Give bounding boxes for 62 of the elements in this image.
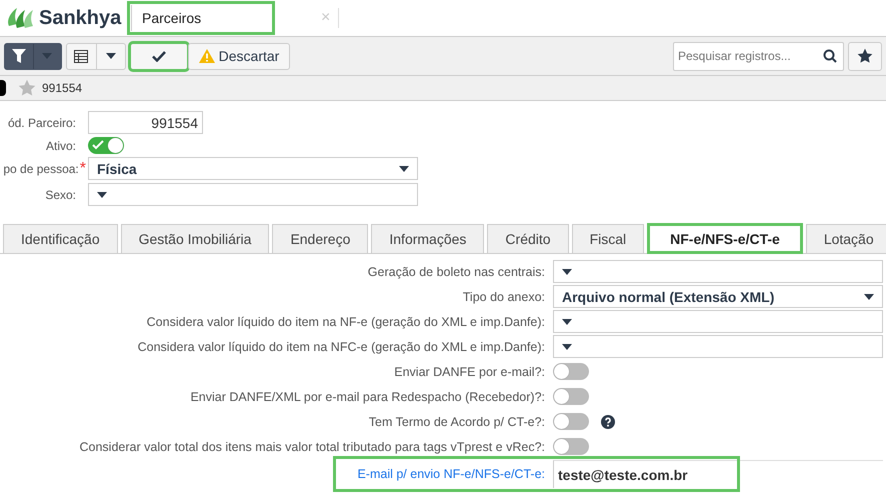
field-label: Sexo: xyxy=(44,188,77,202)
caret-icon xyxy=(106,53,116,59)
record-marker xyxy=(0,80,6,96)
toggle-switch[interactable] xyxy=(553,438,589,455)
field-label: ód. Parceiro: xyxy=(6,116,77,130)
select-field[interactable] xyxy=(553,310,883,333)
tab[interactable]: Crédito xyxy=(487,224,569,253)
caret-icon xyxy=(97,192,107,198)
field-label: Considera valor líquido do item na NF-e (geração do XML e imp.Danfe): xyxy=(146,314,545,328)
discard-button[interactable]: Descartar xyxy=(188,42,290,70)
caret-icon xyxy=(562,344,572,350)
toggle-switch[interactable] xyxy=(553,413,589,430)
toggle-switch[interactable] xyxy=(553,363,589,380)
search-field[interactable]: Pesquisar registros... xyxy=(673,42,844,70)
field-label: po de pessoa: xyxy=(3,162,79,176)
check-icon xyxy=(152,50,166,62)
email-field[interactable]: teste@teste.com.br xyxy=(553,460,883,488)
caret-icon xyxy=(562,318,572,324)
help-icon[interactable] xyxy=(601,414,615,428)
toggle-switch[interactable] xyxy=(88,137,124,154)
grid-icon xyxy=(74,50,88,62)
select-field[interactable] xyxy=(553,260,883,283)
tab[interactable]: Endereço xyxy=(272,224,368,253)
field-label: Enviar DANFE/XML por e-mail para Redespacho (Recebedor)?: xyxy=(189,390,545,404)
tab[interactable]: Fiscal xyxy=(572,224,644,253)
check-icon xyxy=(92,139,104,151)
favorite-button[interactable] xyxy=(848,42,882,70)
warning-icon xyxy=(198,49,215,63)
tab[interactable]: Informações xyxy=(371,224,484,253)
sex-select[interactable] xyxy=(88,183,418,206)
field-label: Geração de boleto nas centrais: xyxy=(366,264,545,278)
grid-view-button[interactable] xyxy=(66,42,126,70)
caret-icon xyxy=(562,268,572,274)
tab[interactable]: Gestão Imobiliária xyxy=(120,224,270,253)
field-label: Considerar valor total dos itens mais valor total tributado para tags vTprest e vRec?: xyxy=(78,440,545,454)
caret-icon xyxy=(399,166,409,172)
caret-icon xyxy=(42,53,52,59)
field-label: Tem Termo de Acordo p/ CT-e?: xyxy=(368,414,545,428)
tab[interactable]: Lotação xyxy=(806,224,886,253)
confirm-button[interactable] xyxy=(130,42,188,70)
select-field[interactable] xyxy=(553,335,883,358)
filter-icon xyxy=(12,49,26,63)
field-label: Enviar DANFE por e-mail?: xyxy=(393,364,545,378)
select-field[interactable]: Arquivo normal (Extensão XML) xyxy=(553,285,883,308)
filter-button[interactable] xyxy=(4,42,62,70)
star-icon[interactable] xyxy=(18,79,36,97)
code-field[interactable]: 991554 xyxy=(88,111,203,134)
toggle-switch[interactable] xyxy=(553,388,589,405)
logo-text: Sankhya xyxy=(39,6,122,30)
logo-icon xyxy=(5,6,35,30)
field-label: Tipo do anexo: xyxy=(462,290,545,304)
search-icon[interactable] xyxy=(823,48,837,62)
caret-icon xyxy=(864,294,874,300)
field-label: Considera valor líquido do item na NFC-e (geração do XML e imp.Danfe): xyxy=(136,340,545,354)
star-icon xyxy=(857,48,873,64)
record-code: 991554 xyxy=(42,81,82,95)
field-label: E-mail p/ envio NF-e/NFS-e/CT-e: xyxy=(357,467,545,481)
person-type-select[interactable]: Física xyxy=(88,157,418,180)
field-label: Ativo: xyxy=(44,138,77,152)
required-mark: * xyxy=(80,160,86,176)
tab[interactable]: NF-e/NFS-e/CT-e xyxy=(647,223,803,254)
tab[interactable]: Identificação xyxy=(3,224,118,253)
